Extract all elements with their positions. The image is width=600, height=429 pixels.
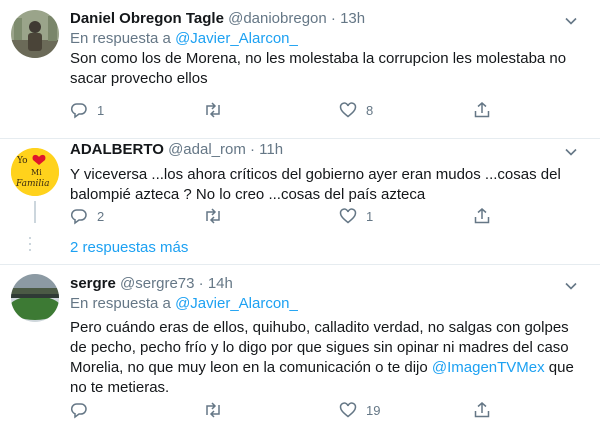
like-count: 8	[366, 102, 374, 118]
user-handle[interactable]: @adal_rom	[168, 141, 246, 158]
tweet-text: Y viceversa ...los ahora críticos del go…	[70, 165, 586, 205]
share-icon	[474, 402, 490, 418]
retweet-button[interactable]	[203, 100, 232, 120]
tweet-header: sergre @sergre73 · 14h	[70, 274, 586, 294]
tweet-text: Pero cuándo eras de ellos, quihubo, call…	[70, 318, 586, 398]
tweet-text-line: no te metieras.	[70, 379, 170, 396]
like-button[interactable]: 8	[339, 100, 373, 120]
thread-line	[34, 201, 36, 223]
chevron-down-icon[interactable]	[564, 14, 578, 28]
more-replies-link[interactable]: 2 respuestas más	[70, 238, 188, 258]
separator-dot: ·	[250, 141, 255, 158]
avatar[interactable]	[11, 10, 59, 58]
reply-mention-link[interactable]: @Javier_Alarcon_	[175, 30, 298, 47]
reply-count: 2	[97, 208, 105, 224]
share-button[interactable]	[473, 206, 491, 226]
tweet-3[interactable]: sergre @sergre73 · 14h En respuesta a @J…	[0, 265, 600, 429]
display-name[interactable]: sergre	[70, 275, 116, 292]
chevron-down-icon[interactable]	[564, 145, 578, 159]
tweet-text: Son como los de Morena, no les molestaba…	[70, 49, 586, 89]
retweet-icon	[206, 402, 220, 418]
tweet-text-line: Morelia, no que muy leon en la comunicac…	[70, 358, 586, 378]
tweet-2[interactable]: Yo Mi Familia ADALBERTO @adal_rom · 11h …	[0, 139, 600, 263]
tweet-header: Daniel Obregon Tagle @daniobregon · 13h	[70, 9, 586, 29]
tweet-header: ADALBERTO @adal_rom · 11h	[70, 140, 586, 160]
tweet-actions: 2 1	[70, 206, 510, 226]
retweet-icon	[206, 208, 220, 224]
reply-button[interactable]: 2	[70, 206, 104, 226]
chevron-down-icon[interactable]	[564, 279, 578, 293]
tweet-text-line: Y viceversa ...los ahora críticos del go…	[70, 166, 561, 183]
avatar-text: Mi	[31, 168, 42, 177]
timestamp[interactable]: 11h	[259, 141, 283, 158]
tweet-text-line: Pero cuándo eras de ellos, quihubo, call…	[70, 319, 569, 336]
like-count: 1	[366, 208, 374, 224]
display-name[interactable]: Daniel Obregon Tagle	[70, 10, 224, 27]
reply-icon	[70, 403, 87, 419]
share-button[interactable]	[473, 400, 491, 420]
reply-icon	[70, 103, 87, 119]
timestamp[interactable]: 13h	[340, 10, 365, 27]
avatar-text: Yo	[16, 156, 28, 166]
tweet-text-segment: Morelia, no que muy leon en la comunicac…	[70, 359, 432, 376]
like-button[interactable]: 19	[339, 400, 380, 420]
like-count: 19	[366, 402, 381, 418]
retweet-button[interactable]	[203, 206, 232, 226]
heart-icon	[339, 208, 357, 224]
avatar[interactable]	[11, 274, 59, 322]
reply-mention-link[interactable]: @Javier_Alarcon_	[175, 295, 298, 312]
share-button[interactable]	[473, 100, 491, 120]
separator-dot: ·	[330, 10, 336, 27]
tweet-text-line: sacar provecho ellos	[70, 70, 208, 87]
reply-button[interactable]	[70, 400, 97, 420]
tweet-1[interactable]: Daniel Obregon Tagle @daniobregon · 13h …	[0, 0, 600, 136]
mention-link[interactable]: @ImagenTVMex	[432, 359, 545, 376]
more-replies-dots	[29, 237, 31, 255]
timestamp[interactable]: 14h	[208, 275, 233, 292]
heart-icon	[339, 102, 357, 118]
share-icon	[474, 102, 490, 118]
display-name[interactable]: ADALBERTO	[70, 141, 164, 158]
tweet-text-segment: que	[544, 359, 574, 376]
tweet-text-line: Son como los de Morena, no les molestaba…	[70, 50, 567, 67]
reply-prefix: En respuesta a	[70, 295, 171, 312]
reply-icon	[70, 209, 87, 225]
tweet-text-line: de pecho, pecho frío y lo digo por que s…	[70, 339, 569, 356]
separator-dot: ·	[198, 275, 204, 292]
heart-icon	[339, 402, 357, 418]
reply-count: 1	[97, 102, 105, 118]
tweet-actions: 1 8	[70, 100, 510, 120]
user-handle[interactable]: @sergre73	[120, 275, 194, 292]
like-button[interactable]: 1	[339, 206, 373, 226]
avatar[interactable]: Yo Mi Familia	[11, 148, 59, 196]
reply-context: En respuesta a @Javier_Alarcon_	[70, 29, 586, 49]
tweet-text-line: balompié azteca ? No lo creo ...cosas de…	[70, 186, 426, 203]
reply-button[interactable]: 1	[70, 100, 104, 120]
tweet-actions: 19	[70, 400, 510, 420]
retweet-button[interactable]	[203, 400, 232, 420]
user-handle[interactable]: @daniobregon	[228, 10, 327, 27]
retweet-icon	[206, 102, 220, 118]
share-icon	[474, 208, 490, 224]
avatar-text: Familia	[15, 179, 50, 189]
reply-context: En respuesta a @Javier_Alarcon_	[70, 294, 586, 314]
reply-prefix: En respuesta a	[70, 30, 171, 47]
